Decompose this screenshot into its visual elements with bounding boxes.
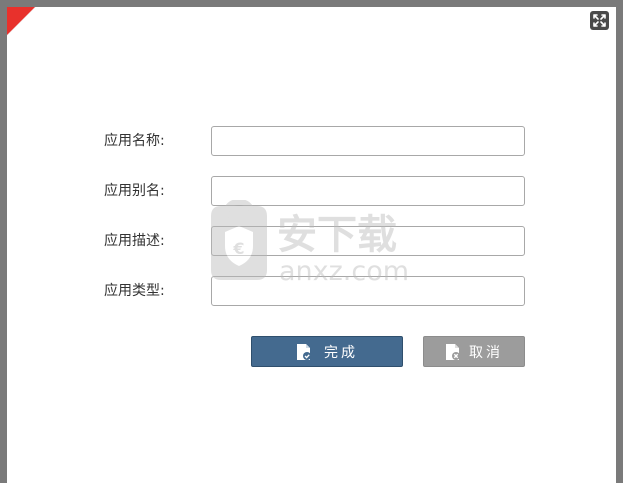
app-type-label: 应用类型: (104, 283, 165, 299)
app-name-label: 应用名称: (104, 133, 165, 149)
cancel-button[interactable]: 取消 (423, 336, 525, 367)
dialog: 应用名称: 应用别名: 应用描述: 应用类型: 完成 取消 € 安下载 anxz… (7, 7, 616, 483)
form-row-app-alias: 应用别名: (7, 176, 616, 206)
app-alias-label: 应用别名: (104, 183, 165, 199)
app-type-input[interactable] (211, 276, 525, 306)
finish-label: 完成 (324, 344, 358, 361)
file-check-icon (297, 343, 311, 360)
form-row-app-type: 应用类型: (7, 276, 616, 306)
corner-flag (7, 7, 35, 35)
app-alias-input[interactable] (211, 176, 525, 206)
form-row-app-description: 应用描述: (7, 226, 616, 256)
form-row-app-name: 应用名称: (7, 126, 616, 156)
finish-button[interactable]: 完成 (251, 336, 403, 367)
app-description-label: 应用描述: (104, 233, 165, 249)
cancel-label: 取消 (469, 344, 503, 361)
app-description-input[interactable] (211, 226, 525, 256)
expand-icon[interactable] (590, 11, 609, 30)
app-name-input[interactable] (211, 126, 525, 156)
file-close-icon (446, 343, 460, 360)
